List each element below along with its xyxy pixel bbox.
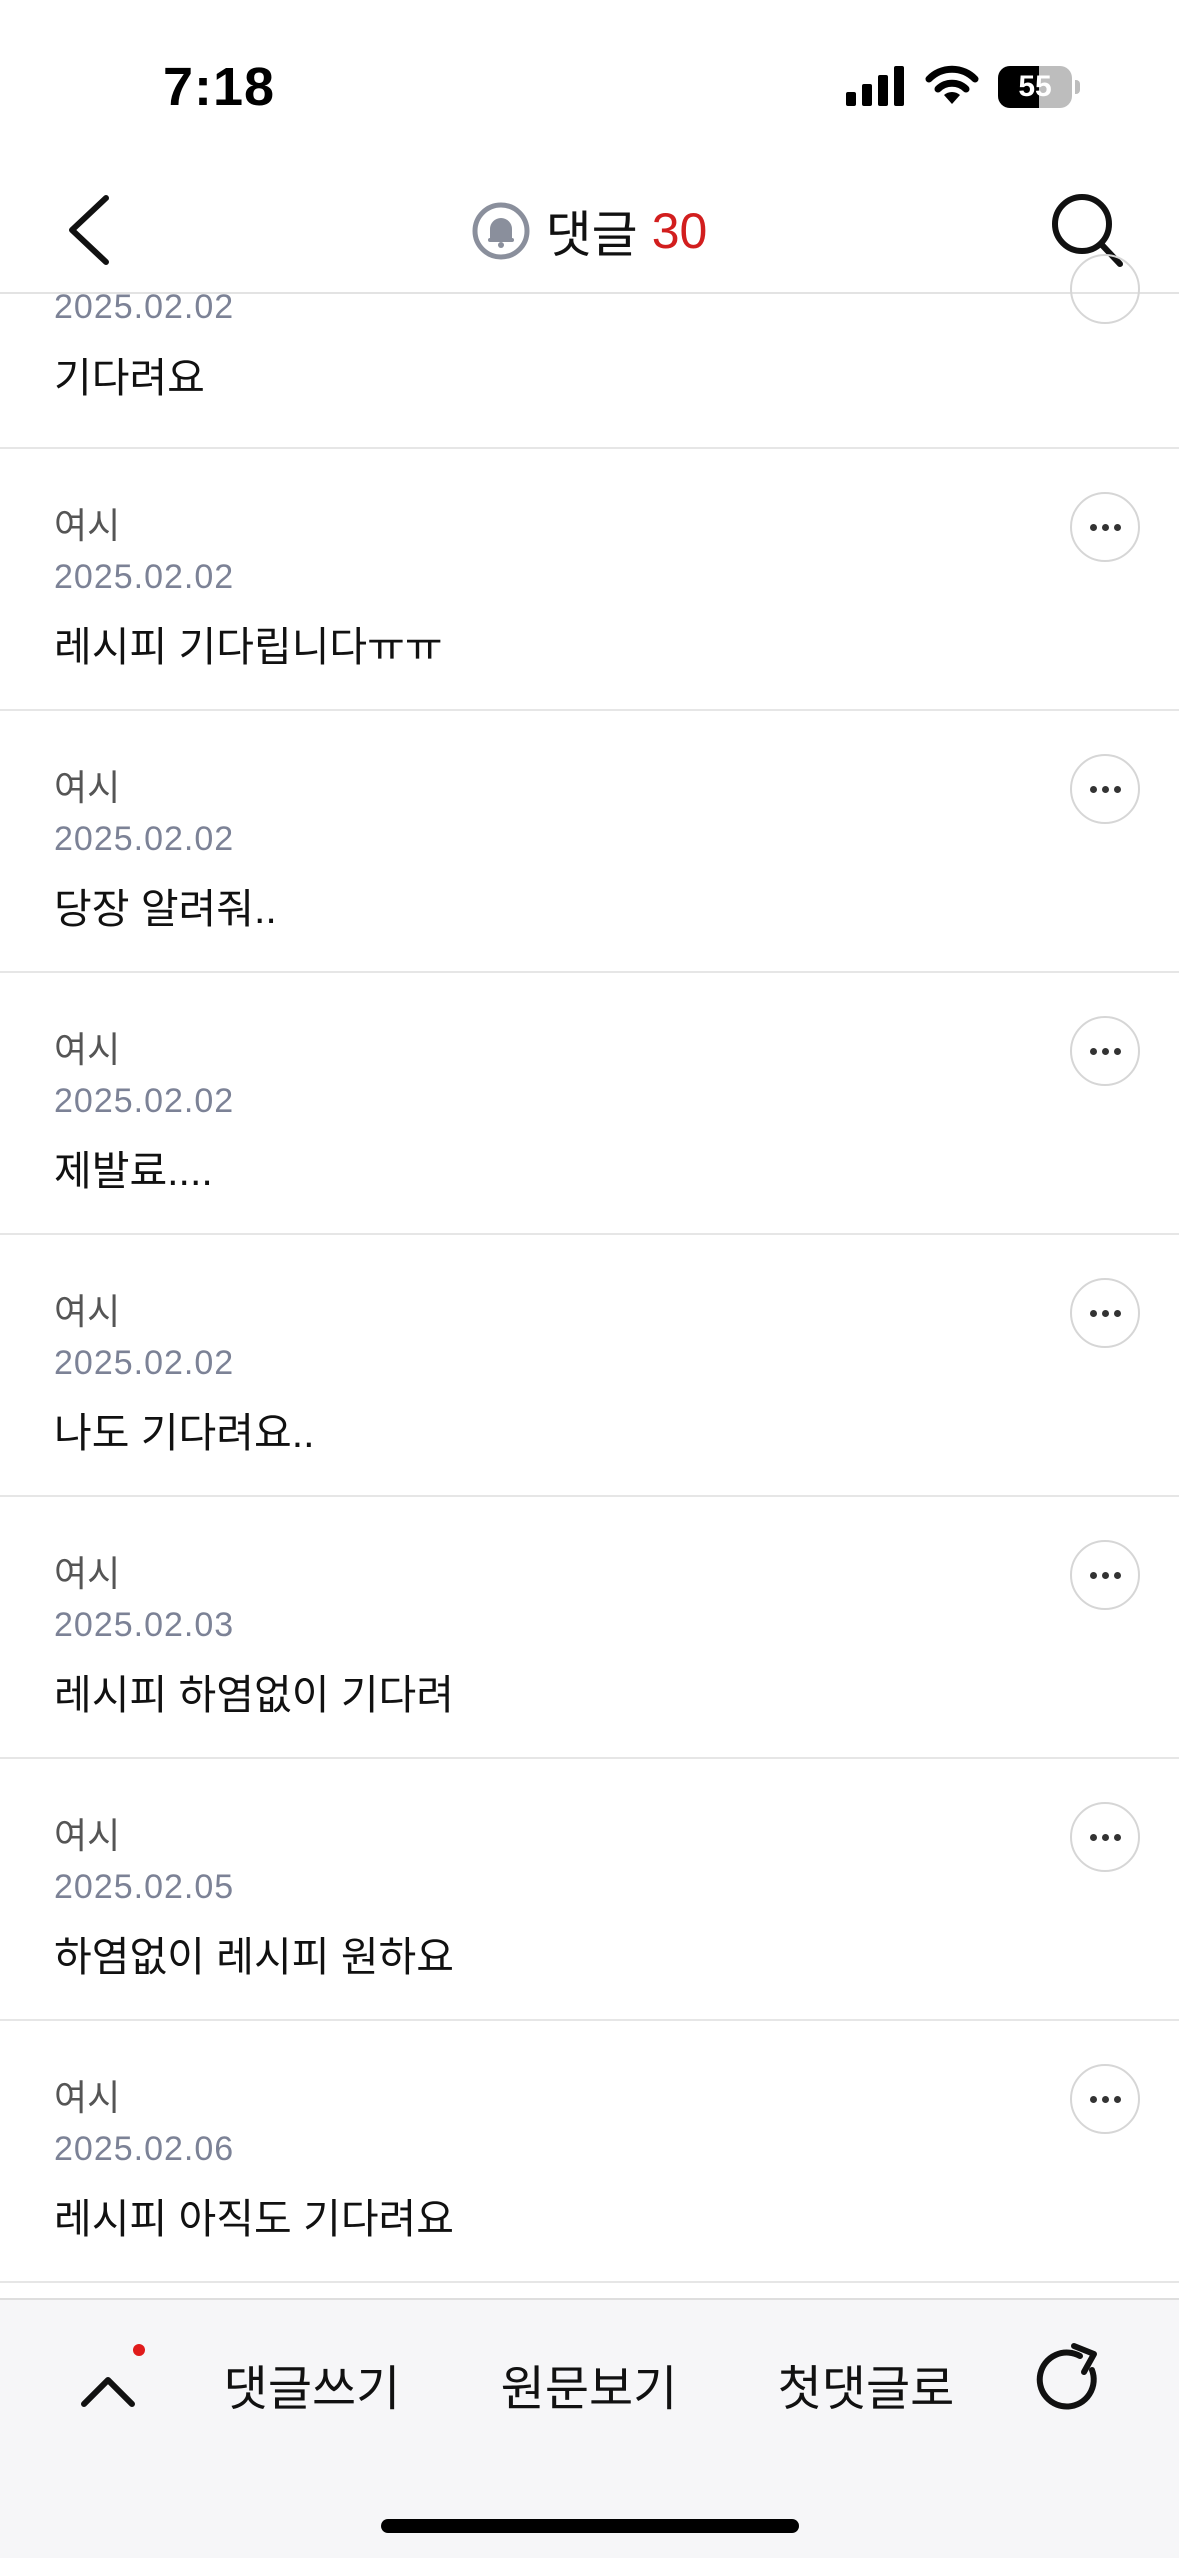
write-comment-button[interactable]: 댓글쓰기 [214,2350,410,2430]
more-options-button[interactable] [1070,2064,1140,2134]
comment-text: 하염없이 레시피 원하요 [54,1934,454,1980]
more-options-button[interactable] [1070,1278,1140,1348]
comment-item: 2025.02.02 기다려요 [0,254,1179,449]
wifi-icon [925,65,979,104]
more-options-button[interactable] [1070,254,1140,324]
scroll-top-button[interactable] [78,2360,138,2420]
comment-text: 당장 알려줘.. [54,886,277,932]
page-title: 댓글 30 [0,170,1179,292]
home-indicator [381,2519,799,2533]
comment-date: 2025.02.06 [54,2130,235,2168]
more-options-button[interactable] [1070,1802,1140,1872]
comment-date: 2025.02.02 [54,820,235,858]
comment-date: 2025.02.05 [54,1868,235,1906]
comment-date: 2025.02.02 [54,558,235,596]
refresh-icon[interactable] [1034,2340,1106,2420]
comment-text: 레시피 하염없이 기다려 [54,1672,454,1718]
comment-item: 여시 2025.02.06 레시피 아직도 기다려요 [0,2021,1179,2283]
bell-icon[interactable] [472,202,530,260]
comment-item: 여시 2025.02.03 레시피 하염없이 기다려 [0,1497,1179,1759]
battery-percent: 55 [1018,70,1052,103]
comment-list: 2025.02.02 기다려요 여시 2025.02.02 레시피 기다립니다ㅠ… [0,254,1179,2283]
comments-header: 댓글 30 [0,170,1179,294]
comment-item: 여시 2025.02.02 당장 알려줘.. [0,711,1179,973]
status-bar: 7:18 55 [0,0,1179,170]
comment-author[interactable]: 여시 [54,1283,120,1335]
comment-author[interactable]: 여시 [54,1807,120,1859]
comment-date: 2025.02.02 [54,1344,235,1382]
comment-author[interactable]: 여시 [54,759,120,811]
comment-text: 레시피 기다립니다ㅠㅠ [54,624,443,670]
comment-item: 여시 2025.02.05 하염없이 레시피 원하요 [0,1759,1179,2021]
status-time: 7:18 [163,57,276,117]
comment-text: 기다려요 [54,355,205,401]
comment-author[interactable]: 여시 [54,497,120,549]
comment-count: 30 [651,203,708,259]
more-options-button[interactable] [1070,754,1140,824]
comment-author[interactable]: 여시 [54,2069,120,2121]
first-comment-button[interactable]: 첫댓글로 [768,2350,964,2430]
comment-item: 여시 2025.02.02 레시피 기다립니다ㅠㅠ [0,449,1179,711]
comment-author[interactable]: 여시 [54,1021,120,1073]
comment-date: 2025.02.02 [54,1082,235,1120]
comment-item: 여시 2025.02.02 제발료.... [0,973,1179,1235]
more-options-button[interactable] [1070,1016,1140,1086]
more-options-button[interactable] [1070,492,1140,562]
comment-date: 2025.02.02 [54,288,235,326]
more-options-button[interactable] [1070,1540,1140,1610]
comment-item: 여시 2025.02.02 나도 기다려요.. [0,1235,1179,1497]
comment-date: 2025.02.03 [54,1606,235,1644]
comment-text: 레시피 아직도 기다려요 [54,2196,454,2242]
comment-author[interactable]: 여시 [54,1545,120,1597]
view-original-button[interactable]: 원문보기 [491,2350,687,2430]
battery-icon: 55 [998,66,1080,108]
comment-text: 나도 기다려요.. [54,1410,315,1456]
notification-dot [133,2344,145,2356]
cellular-signal-icon [846,66,904,106]
title-label: 댓글 [545,207,638,263]
comment-text: 제발료.... [54,1148,213,1194]
